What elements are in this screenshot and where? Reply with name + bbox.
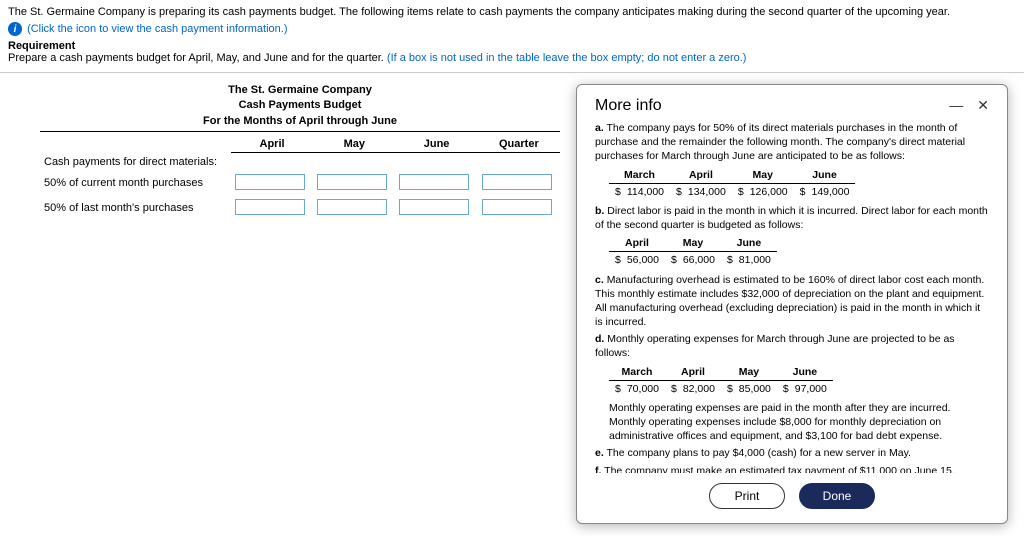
done-button[interactable]: Done [799,483,875,509]
budget-company: The St. Germaine Company [40,83,560,98]
table-row: 50% of current month purchases [40,171,560,196]
item-label: f. [595,465,601,473]
table-row: 50% of last month's purchases [40,196,560,221]
budget-period: For the Months of April through June [40,114,560,132]
input-cell[interactable] [235,199,305,215]
dialog-footer: Print Done [595,473,989,509]
item-text: Manufacturing overhead is estimated to b… [595,274,984,329]
print-button[interactable]: Print [709,483,785,509]
row-label: Cash payments for direct materials: [40,153,231,171]
table-row: Cash payments for direct materials: [40,153,560,171]
opex-table: March April May June $70,000 $82,000 $85… [609,364,833,397]
opex-note: Monthly operating expenses are paid in t… [609,401,989,444]
info-icon[interactable]: i [8,22,22,36]
item-text: Monthly operating expenses for March thr… [595,333,955,359]
input-cell[interactable] [317,199,387,215]
col-quarter: Quarter [478,136,560,153]
labor-table: April May June $56,000 $66,000 $81,000 [609,235,777,268]
minimize-icon[interactable]: — [949,97,963,114]
requirement-text: Prepare a cash payments budget for April… [8,52,1016,64]
requirement-label: Requirement [8,40,1016,52]
col-june: June [395,136,477,153]
item-label: a. [595,122,604,134]
dialog-title: More info [595,97,662,115]
input-cell[interactable] [399,199,469,215]
input-cell[interactable] [482,199,552,215]
question-header: The St. Germaine Company is preparing it… [0,0,1024,66]
more-info-dialog: More info — ✕ a. The company pays for 50… [576,84,1008,524]
requirement-hint: (If a box is not used in the table leave… [387,52,747,64]
dialog-body: a. The company pays for 50% of its direc… [595,121,989,473]
item-text: The company must make an estimated tax p… [604,465,955,473]
item-label: e. [595,447,604,459]
input-cell[interactable] [399,174,469,190]
row-label: 50% of last month's purchases [40,196,231,221]
col-april: April [231,136,313,153]
budget-section: The St. Germaine Company Cash Payments B… [40,83,560,221]
info-row: i (Click the icon to view the cash payme… [8,22,1016,36]
input-cell[interactable] [482,174,552,190]
budget-title: Cash Payments Budget [40,98,560,113]
item-label: c. [595,274,604,286]
item-text: Direct labor is paid in the month in whi… [595,205,988,231]
intro-text: The St. Germaine Company is preparing it… [8,6,1016,18]
budget-table: April May June Quarter Cash payments for… [40,136,560,221]
input-cell[interactable] [235,174,305,190]
close-icon[interactable]: ✕ [977,97,989,114]
item-label: d. [595,333,604,345]
item-text: The company plans to pay $4,000 (cash) f… [607,447,911,459]
row-label: 50% of current month purchases [40,171,231,196]
input-cell[interactable] [317,174,387,190]
item-text: The company pays for 50% of its direct m… [595,122,965,162]
info-link[interactable]: (Click the icon to view the cash payment… [27,23,287,35]
materials-table: March April May June $114,000 $134,000 $… [609,167,855,200]
divider [0,72,1024,73]
item-label: b. [595,205,604,217]
col-may: May [313,136,395,153]
